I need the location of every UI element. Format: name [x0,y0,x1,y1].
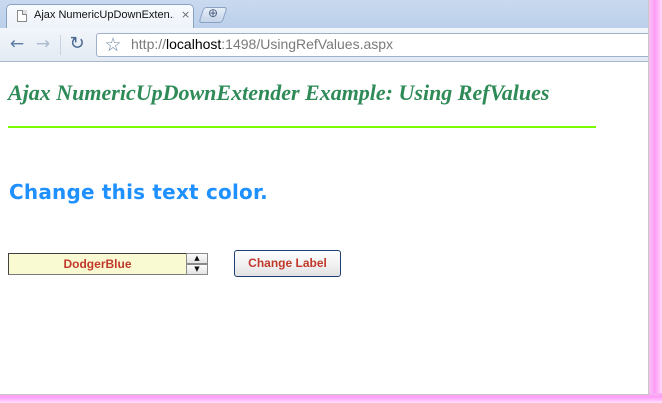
page-content: Ajax NumericUpDownExtender Example: Usin… [0,62,648,394]
change-label-button[interactable]: Change Label [234,250,341,277]
new-tab-icon[interactable]: ⊕ [208,6,218,20]
toolbar-divider [60,35,61,55]
tab-title: Ajax NumericUpDownExten... [34,9,174,21]
page-heading: Ajax NumericUpDownExtender Example: Usin… [8,80,550,105]
numeric-updown: DodgerBlue ▲ ▼ [8,253,208,275]
url-host: localhost [166,36,222,52]
browser-window: Ajax NumericUpDownExten... × ⊕ ← → ↻ ☆ h… [0,0,649,395]
reload-icon[interactable]: ↻ [67,33,87,55]
browser-tab[interactable]: Ajax NumericUpDownExten... × [6,4,194,28]
forward-arrow-icon[interactable]: → [34,33,52,55]
down-arrow-icon[interactable]: ▼ [186,264,208,275]
url-path: :1498/UsingRefValues.aspx [221,36,394,52]
tab-strip: Ajax NumericUpDownExten... × ⊕ [0,0,648,28]
star-icon[interactable]: ☆ [102,34,124,56]
color-value-input[interactable]: DodgerBlue [8,253,186,275]
back-arrow-icon[interactable]: ← [8,33,26,55]
url-text[interactable]: http://localhost:1498/UsingRefValues.asp… [131,36,393,52]
browser-toolbar: ← → ↻ ☆ http://localhost:1498/UsingRefVa… [0,28,648,62]
target-label: Change this text color. [9,180,268,204]
url-scheme: http:// [131,36,167,52]
close-tab-icon[interactable]: × [181,8,190,21]
heading-rule [8,126,596,128]
up-arrow-icon[interactable]: ▲ [186,253,208,264]
page-favicon-icon [17,10,27,22]
